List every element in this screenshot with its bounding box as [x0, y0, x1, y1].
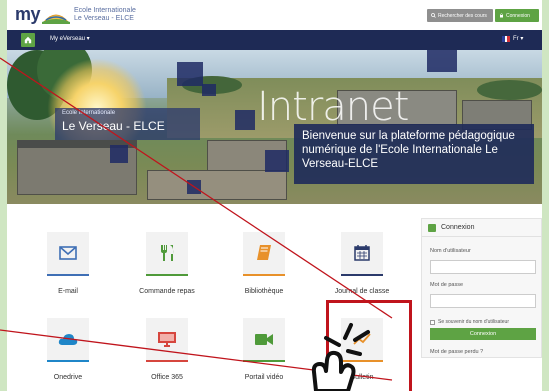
tree — [477, 80, 542, 100]
tile-underline — [47, 274, 89, 276]
tile-label: Office 365 — [151, 374, 183, 381]
school-building — [147, 170, 287, 200]
french-flag-icon — [502, 35, 511, 42]
tile-onedrive[interactable]: Onedrive — [33, 318, 103, 391]
hero-logo-big: Le Verseau - ELCE — [62, 119, 165, 133]
tile-office365[interactable]: Office 365 — [132, 318, 202, 391]
book-icon — [257, 245, 271, 260]
annotation-highlight-box — [326, 300, 412, 391]
tile-underline — [341, 274, 383, 276]
tile-label: Journal de classe — [334, 288, 390, 295]
my-everseau-menu[interactable]: My eVerseau ▾ — [50, 35, 90, 42]
fork-knife-icon — [161, 245, 174, 261]
checkbox-box[interactable] — [430, 319, 435, 325]
login-panel-header: Connexion — [422, 219, 542, 237]
decor-square — [187, 180, 201, 194]
tile-underline — [243, 274, 285, 276]
decor-square — [202, 84, 216, 96]
sun-logo-icon — [42, 6, 71, 24]
username-input[interactable] — [430, 260, 536, 274]
tile-underline — [146, 360, 188, 362]
search-courses-label: Rechercher des cours — [438, 12, 487, 19]
welcome-message: Bienvenue sur la plateforme pédagogique … — [294, 124, 534, 184]
remember-username-label: Se souvenir du nom d'utilisateur — [438, 319, 509, 325]
header-login-label: Connexion — [506, 12, 530, 19]
tile-label: Bibliothèque — [244, 288, 284, 295]
password-input[interactable] — [430, 294, 536, 308]
top-bar: my Ecole Internationale Le Verseau - ELC… — [7, 0, 542, 30]
brand-line1: Ecole Internationale — [74, 6, 136, 14]
home-icon — [24, 36, 32, 44]
envelope-icon — [59, 246, 77, 260]
tile-email[interactable]: E-mail — [33, 232, 103, 312]
username-label: Nom d'utilisateur — [430, 248, 471, 254]
tile-icon-box — [243, 318, 285, 360]
language-label: Fr ▾ — [513, 36, 524, 42]
login-panel: Connexion Nom d'utilisateur Mot de passe… — [421, 218, 542, 358]
tile-icon-box — [341, 232, 383, 274]
tile-icon-box — [47, 232, 89, 274]
login-submit-button[interactable]: Connexion — [430, 328, 536, 340]
tile-meal-order[interactable]: Commande repas — [132, 232, 202, 312]
tile-underline — [243, 360, 285, 362]
hero-logo-small: Ecole Internationale — [62, 110, 116, 116]
lock-icon — [500, 13, 503, 18]
tile-label: E-mail — [58, 288, 78, 295]
login-title: Connexion — [441, 224, 475, 231]
tile-icon-box — [146, 318, 188, 360]
cloud-icon — [58, 333, 78, 345]
decor-square — [265, 150, 289, 172]
tile-label: Onedrive — [53, 374, 83, 381]
tile-icon-box — [47, 318, 89, 360]
tile-underline — [146, 274, 188, 276]
tile-icon-box — [243, 232, 285, 274]
site-logo[interactable]: my Ecole Internationale Le Verseau - ELC… — [15, 4, 136, 25]
header-login-button[interactable]: Connexion — [495, 9, 539, 22]
search-icon — [431, 13, 436, 18]
tile-label: Portail vidéo — [244, 374, 284, 381]
search-courses-button[interactable]: Rechercher des cours — [427, 9, 493, 22]
decor-square — [427, 50, 457, 72]
decor-square — [177, 62, 203, 86]
password-label: Mot de passe — [430, 282, 464, 288]
brand-text: Ecole Internationale Le Verseau - ELCE — [74, 7, 136, 23]
video-camera-icon — [255, 333, 273, 345]
brand-my-text: my — [15, 4, 41, 24]
tile-icon-box — [146, 232, 188, 274]
main-navbar: My eVerseau ▾ Fr ▾ — [7, 30, 542, 50]
decor-square — [110, 145, 128, 163]
hero-banner: Ecole Internationale Le Verseau - ELCE I… — [7, 50, 542, 204]
browser-page: my Ecole Internationale Le Verseau - ELC… — [7, 0, 542, 391]
tile-library[interactable]: Bibliothèque — [229, 232, 299, 312]
home-button[interactable] — [21, 33, 35, 47]
tile-underline — [47, 360, 89, 362]
calendar-icon — [354, 245, 370, 261]
decor-square — [235, 110, 255, 130]
forgot-password-link[interactable]: Mot de passe perdu ? — [430, 349, 483, 355]
remember-username-checkbox[interactable]: Se souvenir du nom d'utilisateur — [430, 319, 509, 325]
tile-label: Commande repas — [139, 288, 195, 295]
brand-line2: Le Verseau - ELCE — [74, 14, 134, 22]
key-icon — [428, 223, 436, 232]
tile-video-portal[interactable]: Portail vidéo — [229, 318, 299, 391]
monitor-icon — [158, 331, 176, 347]
language-selector[interactable]: Fr ▾ — [502, 35, 523, 42]
